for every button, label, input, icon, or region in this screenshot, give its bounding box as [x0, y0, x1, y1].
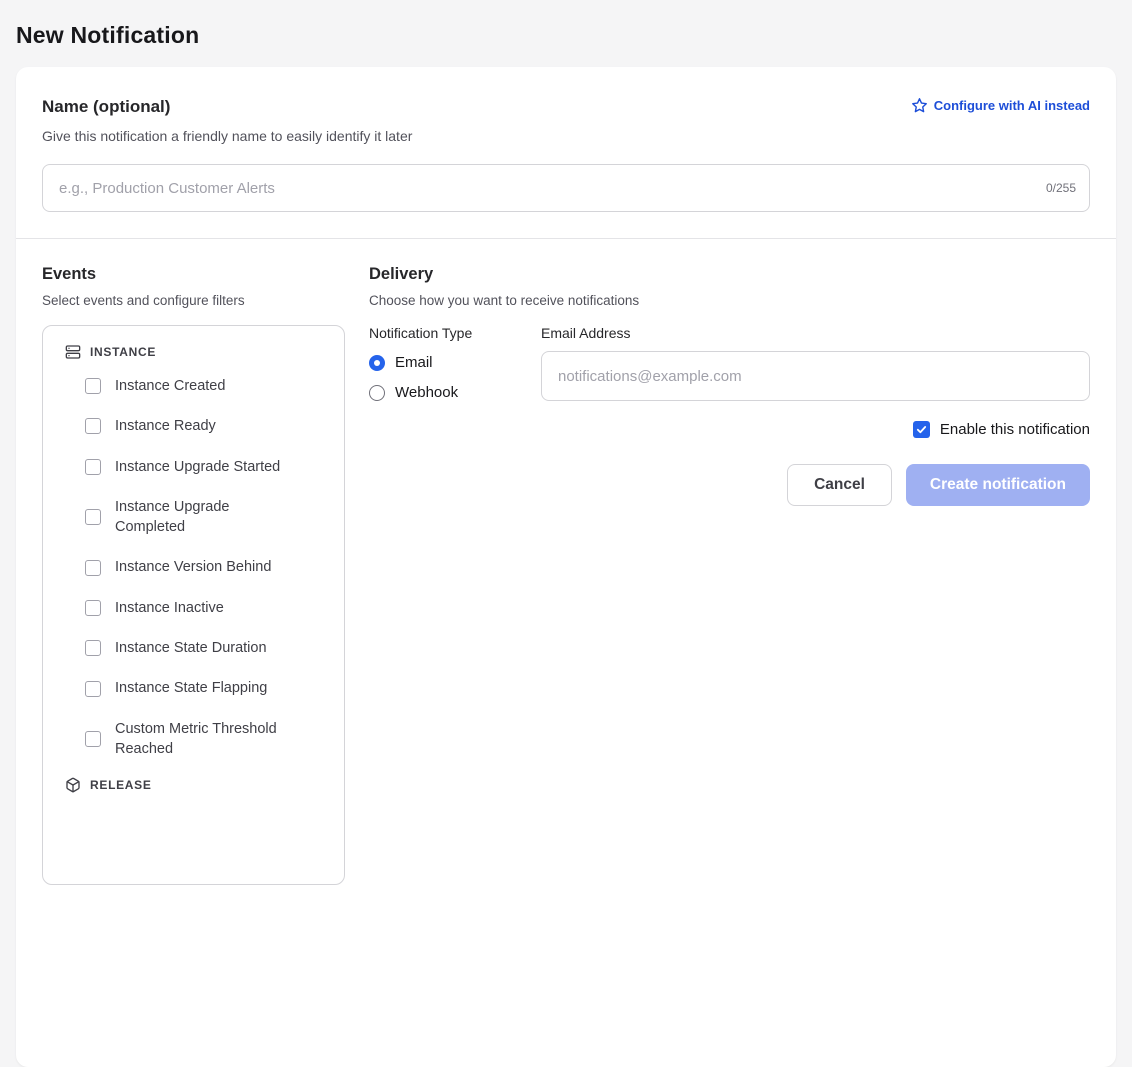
cancel-button[interactable]: Cancel	[787, 464, 892, 506]
notification-type-label: Notification Type	[369, 325, 541, 341]
radio-option-email[interactable]: Email	[369, 354, 541, 371]
email-input[interactable]	[541, 351, 1090, 401]
star-icon	[911, 97, 928, 114]
create-notification-button[interactable]: Create notification	[906, 464, 1090, 506]
event-row-instance-state-flapping[interactable]: Instance State Flapping	[43, 668, 334, 708]
event-row-instance-created[interactable]: Instance Created	[43, 366, 334, 406]
configure-ai-link[interactable]: Configure with AI instead	[911, 97, 1090, 114]
event-label: Instance Ready	[115, 416, 216, 436]
event-group-label: INSTANCE	[90, 345, 156, 359]
event-row-instance-upgrade-started[interactable]: Instance Upgrade Started	[43, 447, 334, 487]
enable-notification-label: Enable this notification	[940, 421, 1090, 438]
event-checkbox[interactable]	[85, 418, 101, 434]
event-checkbox[interactable]	[85, 459, 101, 475]
event-label: Instance State Flapping	[115, 678, 267, 698]
page-title: New Notification	[0, 0, 1132, 67]
event-label: Instance Upgrade Completed	[115, 497, 291, 538]
name-section-subtext: Give this notification a friendly name t…	[42, 128, 1090, 144]
char-counter: 0/255	[1046, 181, 1076, 195]
enable-notification-checkbox[interactable]	[913, 421, 930, 438]
event-row-instance-state-duration[interactable]: Instance State Duration	[43, 628, 334, 668]
event-checkbox[interactable]	[85, 600, 101, 616]
event-row-instance-ready[interactable]: Instance Ready	[43, 406, 334, 446]
event-label: Instance Version Behind	[115, 557, 271, 577]
new-notification-card: Name (optional) Configure with AI instea…	[16, 67, 1116, 1067]
event-checkbox[interactable]	[85, 560, 101, 576]
event-checkbox[interactable]	[85, 681, 101, 697]
event-row-custom-metric-threshold[interactable]: Custom Metric Threshold Reached	[43, 709, 334, 770]
events-subtext: Select events and configure filters	[42, 293, 345, 308]
event-row-instance-inactive[interactable]: Instance Inactive	[43, 588, 334, 628]
delivery-subtext: Choose how you want to receive notificat…	[369, 293, 1090, 308]
delivery-heading: Delivery	[369, 265, 1090, 284]
event-label: Instance Upgrade Started	[115, 457, 280, 477]
name-input[interactable]	[42, 164, 1090, 212]
radio-webhook-label: Webhook	[395, 384, 458, 401]
event-checkbox[interactable]	[85, 731, 101, 747]
event-group-instance[interactable]: INSTANCE	[43, 342, 334, 366]
name-section-heading: Name (optional)	[42, 97, 170, 117]
server-icon	[65, 344, 81, 360]
event-checkbox[interactable]	[85, 378, 101, 394]
radio-email-label: Email	[395, 354, 433, 371]
event-group-label: RELEASE	[90, 778, 152, 792]
event-row-instance-upgrade-completed[interactable]: Instance Upgrade Completed	[43, 487, 334, 548]
name-section: Name (optional) Configure with AI instea…	[16, 67, 1116, 238]
event-checkbox[interactable]	[85, 640, 101, 656]
events-section: Events Select events and configure filte…	[42, 265, 345, 885]
event-label: Instance Created	[115, 376, 225, 396]
radio-option-webhook[interactable]: Webhook	[369, 384, 541, 401]
enable-notification-row[interactable]: Enable this notification	[369, 421, 1090, 438]
radio-email[interactable]	[369, 355, 385, 371]
event-checkbox[interactable]	[85, 509, 101, 525]
event-label: Instance Inactive	[115, 598, 224, 618]
delivery-section: Delivery Choose how you want to receive …	[369, 265, 1090, 885]
event-row-instance-version-behind[interactable]: Instance Version Behind	[43, 547, 334, 587]
package-icon	[65, 777, 81, 793]
configure-ai-label: Configure with AI instead	[934, 98, 1090, 113]
radio-webhook[interactable]	[369, 385, 385, 401]
event-group-release[interactable]: RELEASE	[43, 775, 334, 799]
events-list: INSTANCE Instance Created Instance Ready…	[42, 325, 345, 885]
event-label: Custom Metric Threshold Reached	[115, 719, 291, 760]
events-heading: Events	[42, 265, 345, 284]
event-label: Instance State Duration	[115, 638, 267, 658]
email-address-label: Email Address	[541, 325, 1090, 341]
